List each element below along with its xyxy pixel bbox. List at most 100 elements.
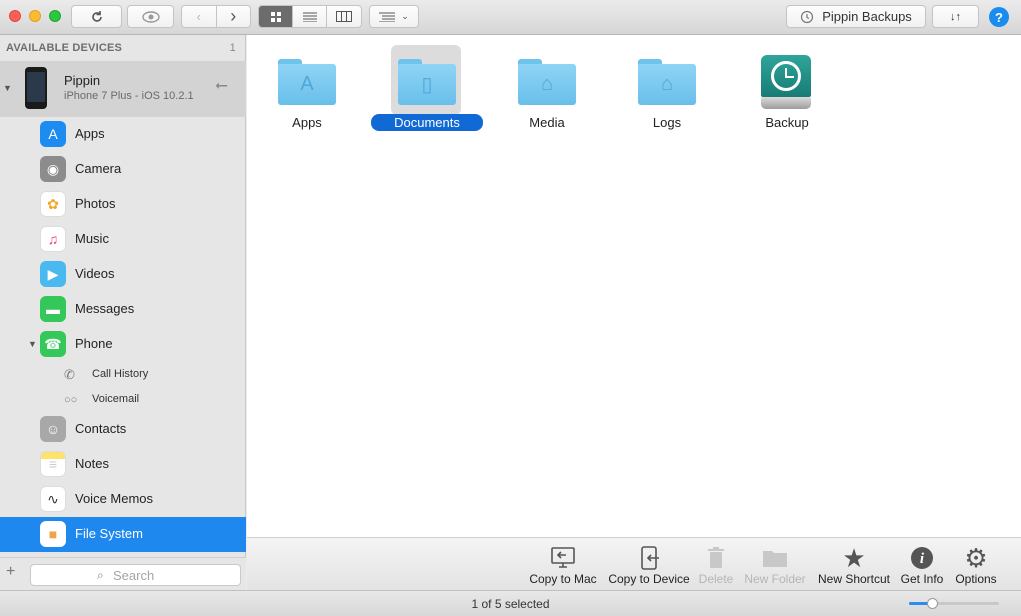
sidebar-item-label: Messages <box>75 301 135 316</box>
arrange-menu-button[interactable]: ⌄ <box>369 5 419 28</box>
forward-button[interactable]: › <box>217 6 251 27</box>
action-label: Delete <box>698 572 734 586</box>
device-count: 1 <box>229 42 236 54</box>
music-icon: ♫ <box>40 226 66 252</box>
item-name-label: Media <box>529 115 565 130</box>
action-label: Copy to Mac <box>529 572 597 586</box>
close-window-button[interactable] <box>9 10 21 22</box>
star-icon: ★ <box>842 542 866 573</box>
refresh-icon <box>91 10 102 22</box>
transfer-arrows-icon: ↓↑ <box>950 10 961 23</box>
item-thumbnail: ⌂ <box>511 45 581 115</box>
file-browser: A Apps ▯ Documents ⌂ Media ⌂ Logs Backup <box>247 35 1021 537</box>
action-label: Copy to Device <box>608 572 690 586</box>
sidebar-item-voicemail[interactable]: ○○ Voicemail <box>0 387 246 412</box>
sidebar-item-videos[interactable]: ▶ Videos <box>0 257 246 292</box>
chevron-down-icon: ⌄ <box>401 11 409 21</box>
folder-item-media[interactable]: ⌂ Media <box>487 45 607 145</box>
item-name: Documents <box>367 114 487 131</box>
action-label: New Shortcut <box>817 572 891 586</box>
folder-item-documents[interactable]: ▯ Documents <box>367 45 487 145</box>
item-thumbnail: ⌂ <box>631 45 701 115</box>
selection-status: 1 of 5 selected <box>471 597 550 611</box>
sidebar-item-notes[interactable]: ≡ Notes <box>0 447 246 482</box>
sidebar-subitem-label: Call History <box>92 368 149 380</box>
sidebar-item-label: Notes <box>75 456 109 471</box>
search-input[interactable] <box>113 567 233 583</box>
refresh-button[interactable] <box>71 5 122 28</box>
copy-to-device-icon <box>606 544 692 572</box>
slider-knob[interactable] <box>926 598 938 609</box>
sidebar: AVAILABLE DEVICES 1 ▼ Pippin iPhone 7 Pl… <box>0 35 246 590</box>
icon-view-button[interactable] <box>259 6 294 27</box>
item-name: Logs <box>607 115 727 130</box>
copy-to-device-button[interactable]: Copy to Device <box>606 544 692 588</box>
phone-icon: ☎ <box>40 331 66 357</box>
sidebar-item-label: Apps <box>75 126 105 141</box>
sidebar-item-label: Camera <box>75 161 122 176</box>
minimize-window-button[interactable] <box>29 10 41 22</box>
sidebar-item-camera[interactable]: ◉ Camera <box>0 152 246 187</box>
sidebar-item-photos[interactable]: ✿ Photos <box>0 187 246 222</box>
sidebar-header-label: AVAILABLE DEVICES <box>6 42 123 54</box>
camera-icon: ◉ <box>40 156 66 182</box>
item-name-label: Backup <box>765 115 809 130</box>
grid-icon <box>270 11 281 22</box>
column-view-button[interactable] <box>327 6 361 27</box>
sidebar-item-voice-memos[interactable]: ∿ Voice Memos <box>0 482 246 517</box>
photos-icon: ✿ <box>40 191 66 217</box>
sidebar-item-file-system[interactable]: ■ File System <box>0 517 246 552</box>
trash-icon <box>698 544 734 572</box>
back-button[interactable]: ‹ <box>182 6 217 27</box>
voice-memos-icon: ∿ <box>40 486 66 512</box>
sidebar-item-phone[interactable]: ▼ ☎ Phone <box>0 327 246 362</box>
quick-look-button[interactable] <box>127 5 174 28</box>
videos-icon: ▶ <box>40 261 66 287</box>
add-button[interactable]: + <box>6 563 15 581</box>
new-shortcut-button[interactable]: ★ New Shortcut <box>816 542 892 588</box>
delete-button[interactable]: Delete <box>698 544 734 588</box>
new-folder-button[interactable]: New Folder <box>743 544 807 588</box>
chevron-left-icon: ‹ <box>196 9 201 24</box>
folder-logs-icon: ⌂ <box>638 59 696 105</box>
sidebar-item-contacts[interactable]: ☺ Contacts <box>0 412 246 447</box>
sidebar-header: AVAILABLE DEVICES 1 <box>6 42 236 54</box>
copy-to-mac-button[interactable]: Copy to Mac <box>527 544 599 588</box>
item-name-label: Apps <box>292 115 322 130</box>
help-button[interactable]: ? <box>989 7 1009 27</box>
iphone-icon <box>25 67 47 109</box>
transfer-button[interactable]: ↓↑ <box>932 5 979 28</box>
backups-label: Pippin Backups <box>822 9 912 24</box>
columns-icon <box>335 11 352 22</box>
action-label: Options <box>955 572 997 586</box>
icon-size-slider[interactable] <box>909 598 999 609</box>
sidebar-item-messages[interactable]: ▬ Messages <box>0 292 246 327</box>
folder-item-apps[interactable]: A Apps <box>247 45 367 145</box>
list-view-button[interactable] <box>293 6 327 27</box>
disclosure-triangle-icon[interactable]: ▼ <box>3 83 12 93</box>
contacts-icon: ☺ <box>40 416 66 442</box>
view-switcher <box>258 5 362 28</box>
options-button[interactable]: ⚙ Options <box>953 542 999 588</box>
sidebar-item-apps[interactable]: A Apps <box>0 117 246 152</box>
gear-icon: ⚙ <box>964 542 988 573</box>
backups-button[interactable]: Pippin Backups <box>786 5 926 28</box>
item-thumbnail: ▯ <box>391 45 461 115</box>
status-bar: 1 of 5 selected <box>0 590 1021 616</box>
device-model: iPhone 7 Plus - iOS 10.2.1 <box>64 90 194 102</box>
info-icon: i <box>900 544 944 572</box>
sidebar-item-music[interactable]: ♫ Music <box>0 222 246 257</box>
zoom-window-button[interactable] <box>49 10 61 22</box>
sidebar-item-label: Music <box>75 231 109 246</box>
device-row[interactable]: ▼ Pippin iPhone 7 Plus - iOS 10.2.1 ⭠ <box>0 61 246 117</box>
search-field[interactable]: ⌕ <box>30 564 241 586</box>
item-name-label: Logs <box>652 115 682 130</box>
sidebar-item-call-history[interactable]: ✆ Call History <box>0 362 246 387</box>
folder-item-logs[interactable]: ⌂ Logs <box>607 45 727 145</box>
sort-menu-icon <box>379 12 396 22</box>
folder-item-backup[interactable]: Backup <box>727 45 847 145</box>
get-info-button[interactable]: i Get Info <box>900 544 944 588</box>
disclosure-triangle-icon[interactable]: ▼ <box>28 339 37 349</box>
sidebar-item-label: Contacts <box>75 421 127 436</box>
sidebar-item-label: Phone <box>75 336 113 351</box>
